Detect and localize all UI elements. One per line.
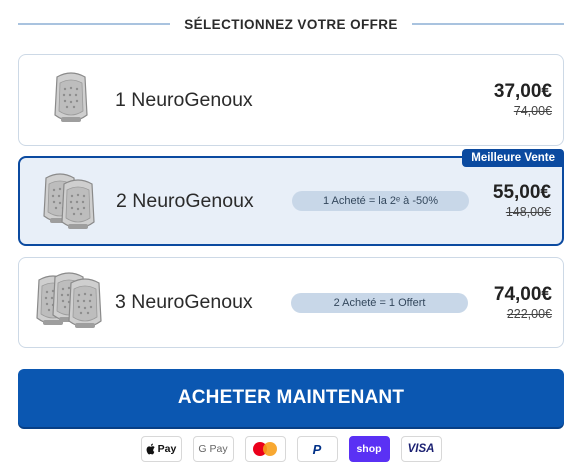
promo-pill: 2 Acheté = 1 Offert bbox=[291, 292, 468, 313]
price-box: 55,00€ 148,00€ bbox=[493, 158, 551, 244]
offer-price: 37,00€ bbox=[493, 81, 552, 102]
offer-card-1[interactable]: 1 NeuroGenoux 37,00€ 74,00€ bbox=[18, 54, 564, 146]
knee-pad-image bbox=[54, 72, 88, 123]
knee-pad-image bbox=[43, 173, 95, 230]
paypal-icon: P bbox=[296, 436, 338, 462]
section-title: SÉLECTIONNEZ VOTRE OFFRE bbox=[184, 16, 398, 32]
section-header: SÉLECTIONNEZ VOTRE OFFRE bbox=[18, 12, 565, 36]
apple-logo-icon bbox=[146, 443, 155, 455]
apple-pay-label: Pay bbox=[157, 443, 177, 455]
offer-name: 3 NeuroGenoux bbox=[115, 291, 253, 313]
offer-price: 55,00€ bbox=[492, 182, 551, 203]
google-pay-icon: G Pay bbox=[192, 436, 234, 462]
buy-now-button[interactable]: ACHETER MAINTENANT bbox=[18, 369, 564, 427]
offer-old-price: 74,00€ bbox=[513, 104, 552, 118]
divider-left bbox=[18, 23, 171, 25]
visa-icon: VISA bbox=[400, 436, 442, 462]
offer-old-price: 148,00€ bbox=[505, 205, 551, 219]
apple-pay-icon: Pay bbox=[140, 436, 182, 462]
knee-pad-image bbox=[36, 272, 102, 329]
mastercard-icon bbox=[244, 436, 286, 462]
offer-old-price: 222,00€ bbox=[506, 306, 552, 321]
promo-pill: 1 Acheté = la 2ᵉ à -50% bbox=[292, 191, 469, 211]
price-box: 37,00€ 74,00€ bbox=[494, 55, 552, 145]
paypal-label: P bbox=[312, 441, 322, 457]
shop-pay-icon: shop bbox=[348, 436, 390, 462]
payment-methods: Pay G Pay P shop VISA bbox=[0, 436, 582, 462]
offer-name: 2 NeuroGenoux bbox=[116, 189, 254, 212]
price-box: 74,00€ 222,00€ bbox=[494, 258, 552, 347]
divider-right bbox=[411, 23, 565, 25]
offer-price: 74,00€ bbox=[493, 283, 552, 305]
offer-card-3[interactable]: 3 NeuroGenoux 2 Acheté = 1 Offert 74,00€… bbox=[18, 257, 564, 348]
offer-name: 1 NeuroGenoux bbox=[115, 88, 253, 111]
offer-card-2[interactable]: Meilleure Vente 2 NeuroGenoux 1 Acheté =… bbox=[18, 149, 564, 246]
